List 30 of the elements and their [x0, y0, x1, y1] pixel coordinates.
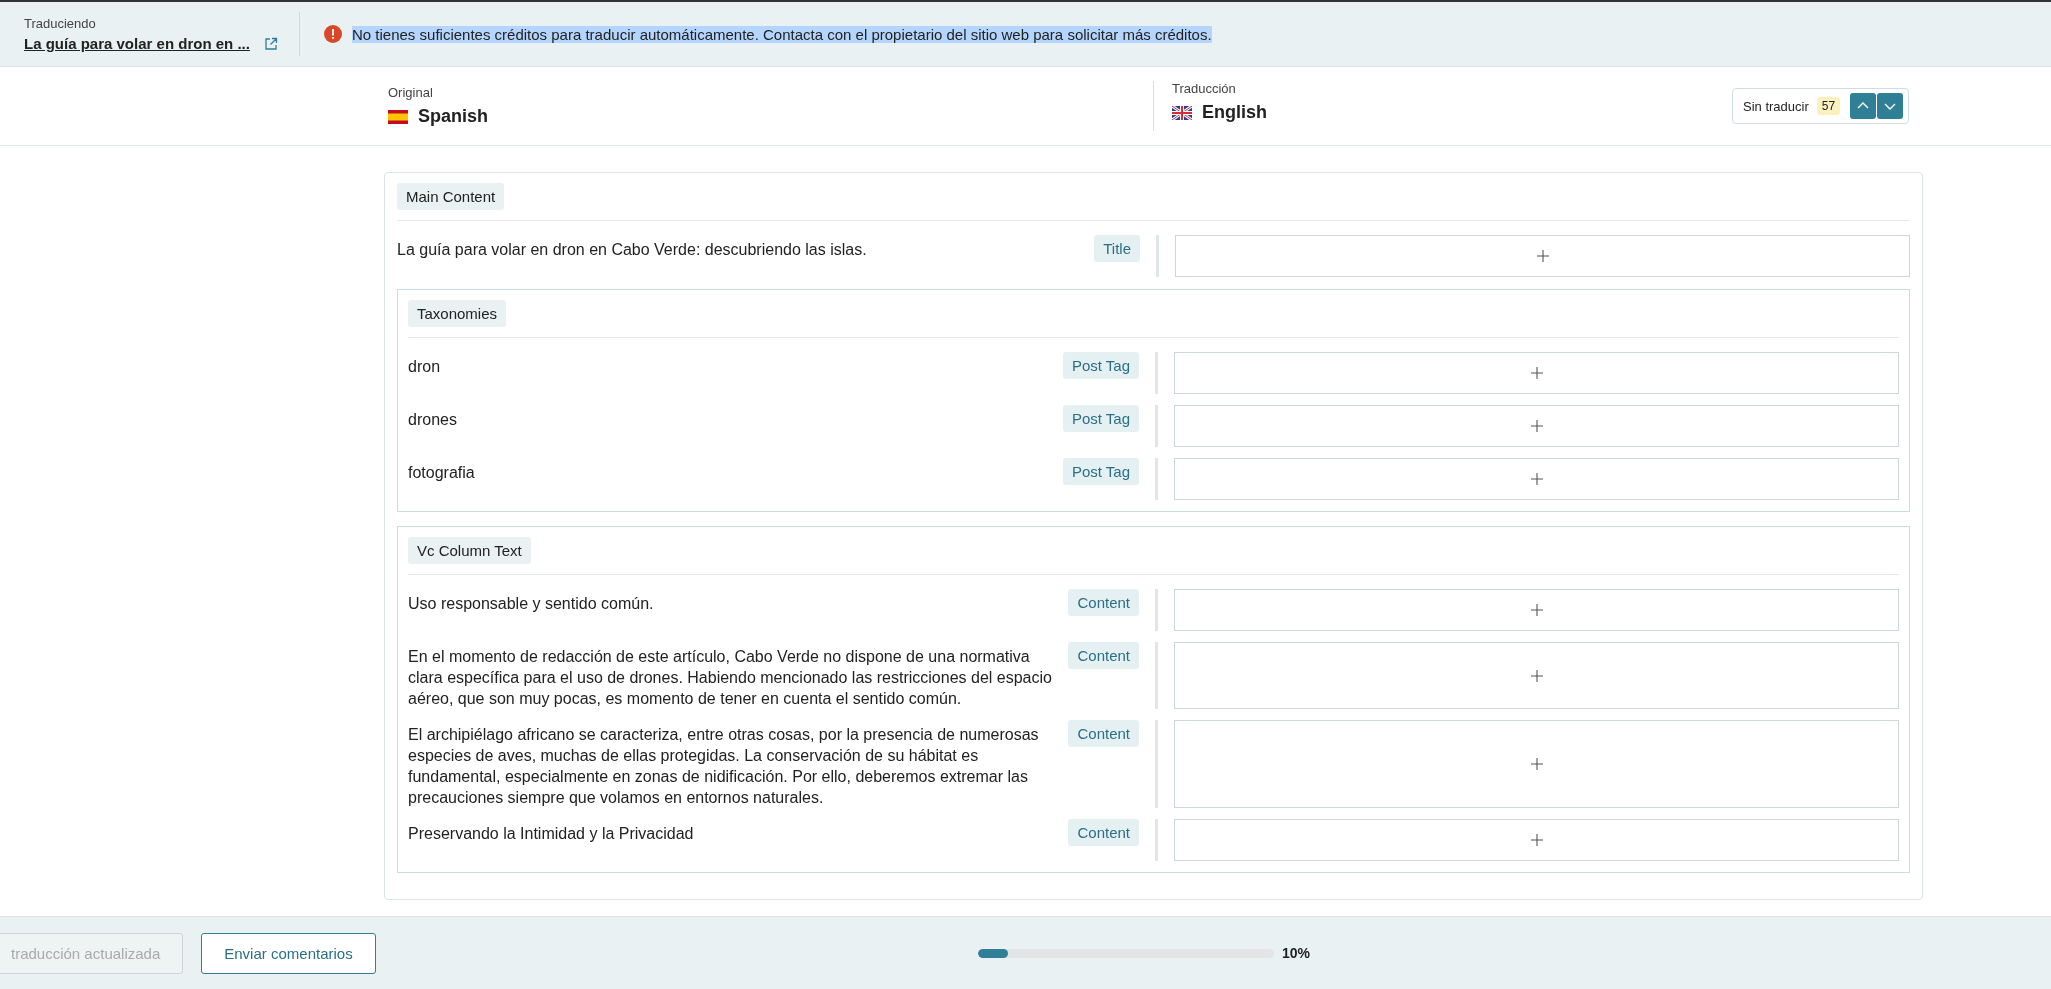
translation-language: English — [1202, 102, 1267, 123]
source-text: drones — [408, 410, 457, 430]
source-text: La guía para volar en dron en Cabo Verde: descubriendo las islas. — [397, 240, 867, 260]
field-type-tag: Content — [1068, 589, 1139, 616]
field-type-tag: Content — [1068, 720, 1139, 747]
progress-percent: 10% — [1282, 945, 1311, 961]
field-type-tag: Post Tag — [1062, 405, 1139, 432]
field-type-tag: Post Tag — [1062, 458, 1139, 485]
source-text: fotografia — [408, 463, 475, 483]
original-language: Spanish — [418, 106, 488, 127]
untranslated-label: Sin traducir — [1743, 98, 1809, 114]
field-type-tag: Content — [1068, 642, 1139, 669]
source-text: Uso responsable y sentido común. — [408, 594, 654, 614]
group-label: Taxonomies — [408, 300, 507, 327]
translating-label: Traduciendo — [24, 16, 97, 31]
field-type-tag: Post Tag — [1062, 352, 1139, 379]
original-label: Original — [388, 85, 434, 100]
untranslated-count: 57 — [1816, 97, 1841, 115]
footer-button[interactable]: Enviar comentarios — [201, 932, 376, 974]
field-type-tag: Content — [1068, 819, 1139, 846]
section-label: Main Content — [397, 183, 505, 210]
source-text: El archipiélago africano se caracteriza, entre otras cosas, por la presencia de numerosas especies de aves, muchas de ellas protegidas. La conservación de su hábitat es fundamental, especialmente en zonas de nidificación. Por ello, deberemos extremar las precauciones siempre que volamos en entornos naturales. — [408, 725, 1040, 808]
field-type-tag: Title — [1094, 235, 1140, 262]
credits-warning-text: No tienes suficientes créditos para traducir automáticamente. Contacta con el propietario del sitio web para solicitar más créditos. — [352, 25, 1212, 43]
group-label: Vc Column Text — [408, 537, 531, 564]
page-title-link[interactable]: La guía para volar en dron en ... — [24, 35, 250, 52]
translation-label: Traducción — [1172, 81, 1237, 96]
source-text: Preservando la Intimidad y la Privacidad — [408, 824, 694, 844]
source-text: dron — [408, 357, 441, 377]
source-text: En el momento de redacción de este artículo, Cabo Verde no dispone de una normativa clara específica para el uso de drones. Habiendo mencionado las restricciones del espacio aéreo, que son muy pocas, es momento de tener en cuenta el sentido común. — [408, 647, 1053, 709]
